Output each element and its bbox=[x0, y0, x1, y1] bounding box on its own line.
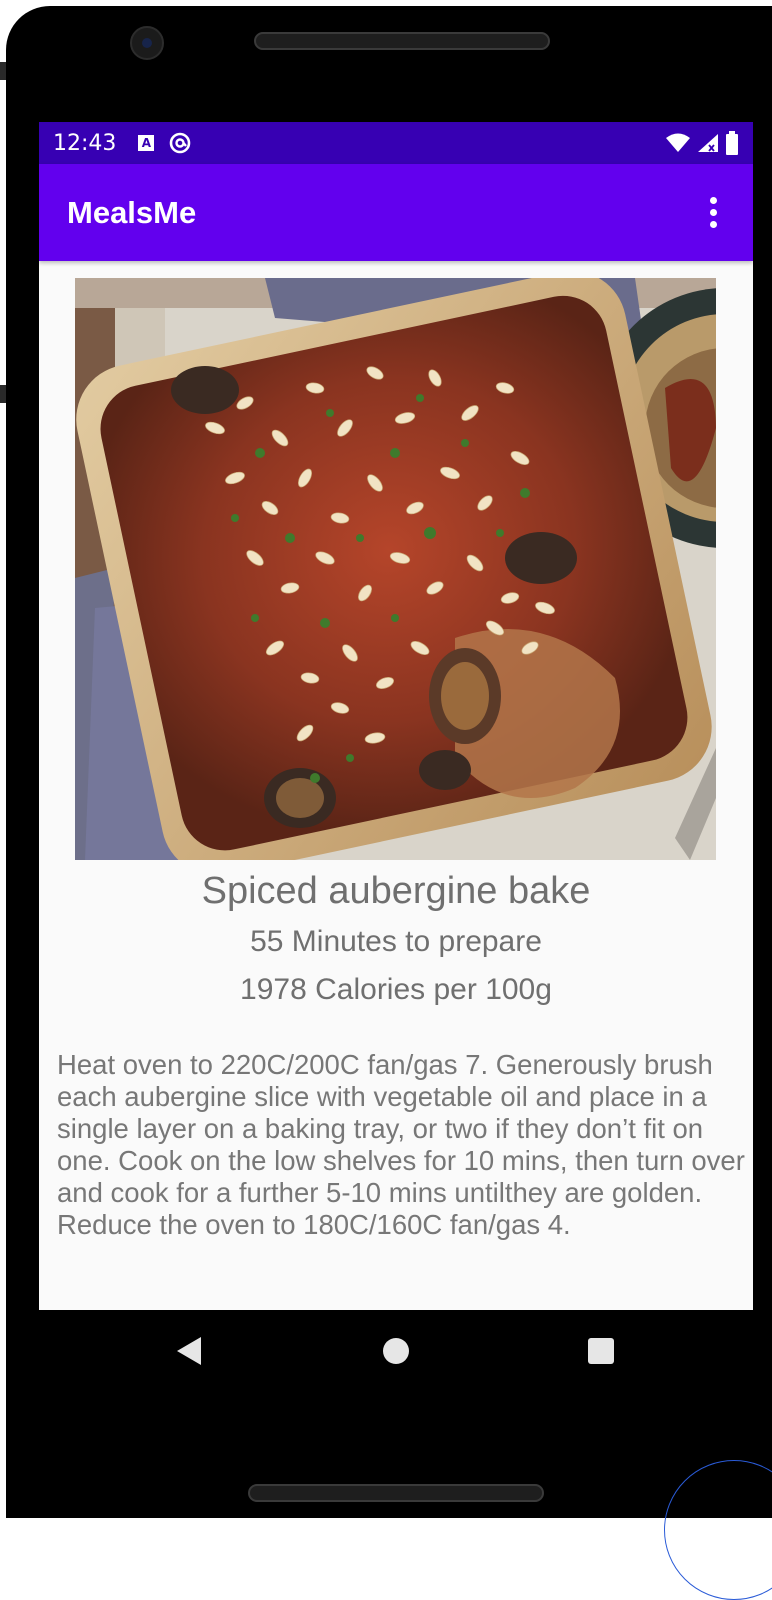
more-vert-icon[interactable] bbox=[701, 197, 725, 228]
recipe-instructions: Heat oven to 220C/200C fan/gas 7. Genero… bbox=[57, 1049, 745, 1240]
back-icon[interactable] bbox=[177, 1337, 201, 1365]
status-time: 12:43 bbox=[53, 130, 117, 156]
app-title: MealsMe bbox=[67, 194, 197, 230]
status-bar: 12:43 A bbox=[39, 122, 753, 164]
home-icon[interactable] bbox=[383, 1338, 409, 1364]
recipe-image bbox=[75, 278, 716, 860]
wifi-icon bbox=[666, 133, 690, 152]
front-camera bbox=[130, 26, 164, 60]
calories: 1978 Calories per 100g bbox=[240, 973, 552, 1006]
side-button bbox=[0, 385, 6, 403]
recipe-title: Spiced aubergine bake bbox=[201, 870, 591, 912]
bottom-speaker bbox=[248, 1484, 544, 1502]
prep-time: 55 Minutes to prepare bbox=[250, 925, 542, 958]
app-bar: MealsMe bbox=[39, 164, 753, 261]
signal-icon bbox=[698, 134, 718, 152]
system-nav-bar bbox=[39, 1310, 753, 1390]
battery-icon bbox=[726, 131, 738, 155]
side-button bbox=[0, 62, 6, 80]
at-sign-icon bbox=[170, 132, 191, 154]
earpiece-speaker bbox=[254, 32, 550, 50]
recents-icon[interactable] bbox=[588, 1338, 614, 1364]
a-box-icon: A bbox=[138, 135, 155, 151]
app-screen: 12:43 A MealsMe Spiced aubergine bake 55… bbox=[39, 122, 753, 1310]
